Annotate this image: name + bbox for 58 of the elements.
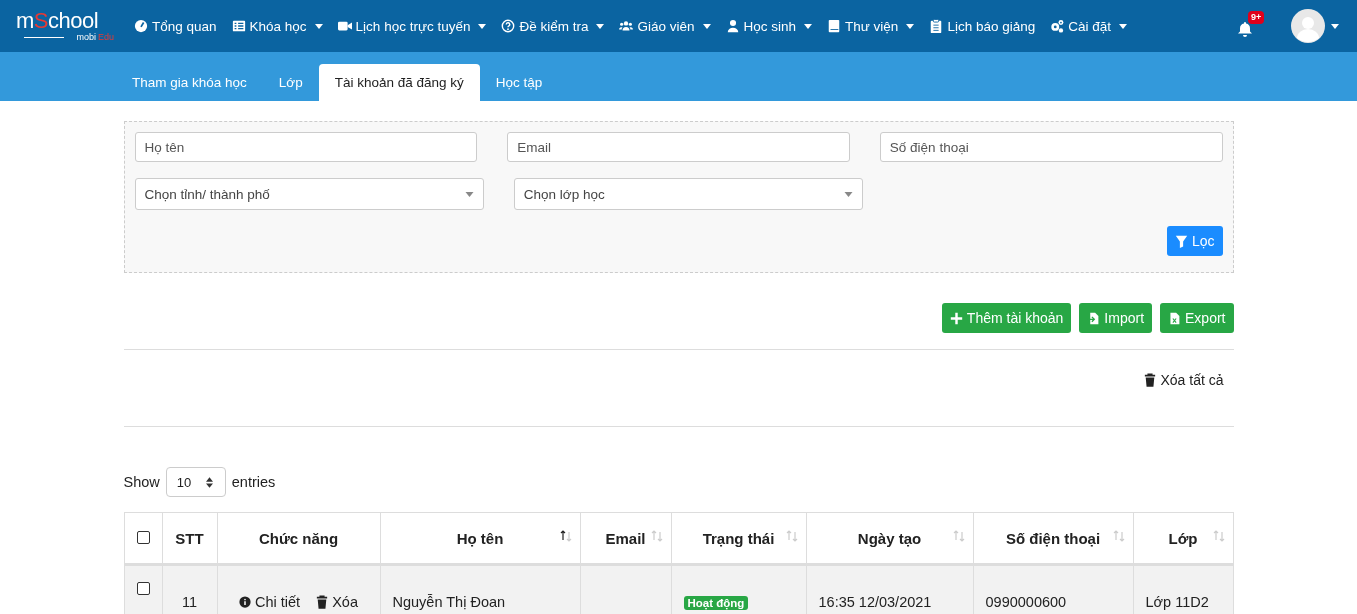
mschool-logo[interactable]: mSchool mobi Edu	[16, 10, 114, 42]
video-camera-icon	[337, 19, 352, 33]
caret-icon	[1331, 23, 1339, 29]
caret-icon	[464, 191, 474, 197]
nav-menu-item[interactable]: Giáo viên	[619, 18, 711, 34]
users-icon	[619, 19, 634, 33]
nav-menu-item[interactable]: Đề kiểm tra	[501, 18, 605, 34]
list-icon	[231, 19, 246, 33]
phone-field[interactable]: Số điện thoại	[879, 132, 1223, 162]
nav-menu-item[interactable]: Lịch học trực tuyến	[337, 18, 487, 34]
notification-bell-button[interactable]: 9+	[1237, 11, 1267, 41]
logo-subtitle: mobi Edu	[16, 32, 114, 42]
page-size-select[interactable]: 10	[165, 467, 226, 497]
show-label: Show	[123, 474, 160, 490]
row-checkbox[interactable]	[136, 582, 150, 595]
question-circle-icon	[501, 19, 516, 33]
user-icon	[725, 19, 740, 33]
info-icon	[239, 595, 251, 609]
table-cell: Lớp 11D2	[1133, 564, 1233, 614]
delete-all-link[interactable]: Xóa tất cả	[1144, 372, 1224, 388]
caret-icon	[844, 191, 854, 197]
nav-menu-item[interactable]: Học sinh	[725, 18, 813, 34]
bell-icon	[1237, 21, 1253, 37]
spreadsheet-file-icon	[1168, 311, 1182, 325]
nav-menu-item[interactable]: Khóa học	[231, 18, 323, 34]
user-menu[interactable]	[1291, 9, 1339, 43]
file-import-icon	[1087, 311, 1101, 325]
entries-label: entries	[231, 474, 276, 490]
table-cell: 16:35 12/03/2021	[806, 564, 973, 614]
nav-menu-item[interactable]: Thư viện	[827, 18, 915, 34]
table-cell: Nguyễn Thị Đoan	[380, 564, 580, 614]
clipboard-icon	[929, 19, 944, 33]
nav-menu-item[interactable]: Cài đặt	[1050, 18, 1127, 34]
notification-count: 9+	[1248, 11, 1265, 24]
filter-button[interactable]: Lọc	[1166, 226, 1223, 256]
detail-link[interactable]: Chi tiết	[239, 594, 301, 610]
up-down-arrows-icon	[205, 476, 213, 488]
tab[interactable]: Tài khoản đã đăng ký	[318, 64, 480, 101]
logo-wordmark: mSchool	[16, 10, 100, 32]
class-select[interactable]: Chọn lớp học	[513, 178, 864, 210]
trash-icon	[316, 595, 329, 609]
nav-menu-item[interactable]: Tổng quan	[134, 18, 217, 34]
plus-icon	[949, 311, 963, 325]
avatar-silhouette-icon	[1291, 9, 1325, 43]
name-field[interactable]: Họ tên	[134, 132, 478, 162]
trash-icon	[1144, 373, 1157, 387]
delete-link[interactable]: Xóa	[316, 594, 358, 610]
status-badge: Hoạt động	[683, 596, 749, 610]
nav-menu-item[interactable]: Lịch báo giảng	[929, 18, 1036, 34]
book-icon	[827, 19, 842, 33]
gears-icon	[1050, 19, 1065, 33]
gauge-icon	[134, 19, 148, 33]
funnel-icon	[1174, 234, 1188, 248]
table-cell: 0990000600	[973, 564, 1133, 614]
province-select[interactable]: Chọn tỉnh/ thành phố	[134, 178, 484, 210]
email-field[interactable]: Email	[507, 132, 850, 162]
select-all-checkbox[interactable]	[136, 530, 150, 544]
table-cell: 11	[162, 564, 217, 614]
